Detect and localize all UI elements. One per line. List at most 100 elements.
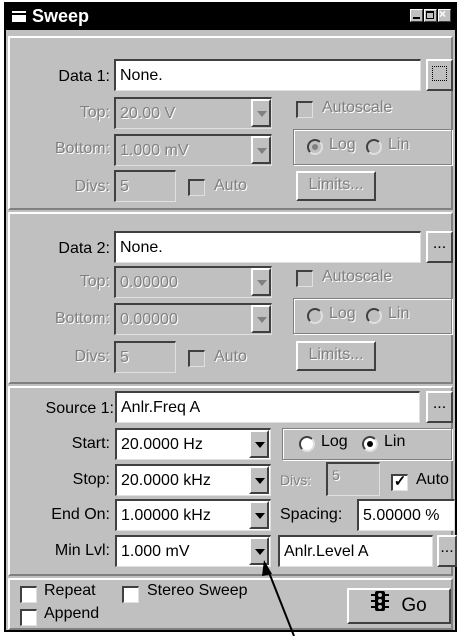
go-label: Go (401, 595, 427, 617)
data2-divs-field[interactable]: 5 (114, 341, 176, 373)
data1-log-radio[interactable] (307, 139, 323, 155)
data2-divs-label: Divs: (74, 348, 110, 365)
stereo-sweep-checkbox[interactable] (122, 586, 139, 603)
maximize-icon (426, 11, 434, 19)
data2-auto-checkbox[interactable] (188, 350, 205, 367)
spacing-field[interactable]: 5.00000 % (357, 499, 455, 531)
chevron-down-icon (255, 442, 265, 448)
browse-dots-icon (432, 66, 447, 81)
data2-top-dropdown[interactable] (251, 268, 271, 296)
data2-autoscale-checkbox[interactable] (296, 270, 313, 287)
data2-scale-group: Log Lin (293, 298, 452, 334)
stop-label: Stop: (72, 471, 110, 488)
source1-divs-label: Divs: (280, 472, 312, 488)
data2-top-label: Top: (79, 273, 110, 290)
minlvl-field[interactable]: 1.000 mV (115, 535, 271, 567)
data1-autoscale-checkbox[interactable] (296, 101, 313, 118)
data1-log-label: Log (329, 136, 356, 153)
data1-divs-field[interactable]: 5 (114, 170, 176, 202)
radio-dot-icon (312, 144, 318, 150)
data1-label: Data 1: (58, 68, 110, 85)
data2-section: Data 2: None. ... Top: 0.00000 Bottom: 0… (8, 212, 453, 384)
data1-top-field[interactable]: 20.00 V (114, 97, 272, 129)
minimize-button[interactable] (410, 9, 423, 22)
endon-dropdown[interactable] (249, 501, 269, 529)
data1-bottom-dropdown[interactable] (251, 136, 271, 164)
spacing-label: Spacing: (280, 506, 343, 523)
data1-bottom-field[interactable]: 1.000 mV (114, 134, 272, 166)
level-source-field[interactable]: Anlr.Level A (278, 535, 433, 567)
source1-scale-group: Log Lin (282, 428, 452, 460)
repeat-label: Repeat (44, 582, 96, 599)
data2-source-field[interactable]: None. (114, 231, 421, 263)
chevron-down-icon (257, 317, 267, 323)
data1-auto-checkbox[interactable] (188, 179, 205, 196)
data1-auto-label: Auto (214, 177, 247, 194)
source1-label: Source 1: (45, 400, 114, 417)
start-field[interactable]: 20.0000 Hz (115, 428, 271, 460)
data1-limits-button[interactable]: Limits... (296, 171, 376, 201)
data2-limits-button[interactable]: Limits... (296, 341, 376, 371)
close-icon: × (439, 7, 447, 21)
maximize-button[interactable] (424, 9, 437, 22)
chevron-down-icon (257, 280, 267, 286)
data1-top-dropdown[interactable] (251, 99, 271, 127)
data1-top-label: Top: (79, 104, 110, 121)
footer-section: Repeat Stereo Sweep Append Go (8, 578, 453, 630)
data2-lin-radio[interactable] (366, 308, 382, 324)
data2-auto-label: Auto (214, 348, 247, 365)
data2-bottom-field[interactable]: 0.00000 (114, 303, 272, 335)
source1-lin-radio[interactable] (362, 436, 378, 452)
source1-log-radio[interactable] (299, 436, 315, 452)
chevron-down-icon (257, 148, 267, 154)
window-menu-icon[interactable] (12, 11, 26, 22)
data2-bottom-label: Bottom: (54, 310, 110, 327)
close-button[interactable]: × (438, 7, 451, 22)
checkmark-icon: ✓ (393, 473, 407, 490)
data1-lin-radio[interactable] (366, 139, 382, 155)
repeat-checkbox[interactable] (20, 586, 37, 603)
start-dropdown[interactable] (249, 430, 269, 458)
data1-scale-group: Log Lin (293, 129, 452, 165)
sweep-window: Sweep × Data 1: None. Top: 20.00 V Botto… (4, 2, 457, 632)
source1-lin-label: Lin (384, 433, 406, 450)
data2-bottom-dropdown[interactable] (251, 305, 271, 333)
endon-label: End On: (51, 506, 110, 523)
chevron-down-icon (255, 513, 265, 519)
source1-auto-label: Auto (416, 471, 449, 488)
data1-section: Data 1: None. Top: 20.00 V Bottom: 1.000… (8, 36, 453, 210)
start-label: Start: (71, 435, 110, 452)
title-bar[interactable]: Sweep × (6, 4, 455, 30)
data1-source-field[interactable]: None. (114, 59, 421, 91)
data2-log-radio[interactable] (307, 308, 323, 324)
minimize-icon (413, 17, 420, 19)
source1-section: Source 1: Anlr.Freq A ... Start: 20.0000… (8, 386, 457, 576)
source1-auto-checkbox[interactable]: ✓ (391, 474, 408, 491)
chevron-down-icon (255, 478, 265, 484)
level-browse-button[interactable]: ... (437, 535, 457, 567)
data1-browse-button[interactable] (426, 59, 453, 91)
append-label: Append (44, 605, 100, 622)
data2-browse-button[interactable]: ... (426, 231, 453, 263)
data1-autoscale-label: Autoscale (322, 99, 393, 116)
stop-field[interactable]: 20.0000 kHz (115, 464, 271, 496)
data1-divs-label: Divs: (74, 178, 110, 195)
window-title: Sweep (32, 6, 90, 26)
minlvl-dropdown[interactable] (249, 537, 269, 565)
stop-dropdown[interactable] (249, 466, 269, 494)
source1-browse-button[interactable]: ... (426, 391, 453, 423)
stereo-sweep-label: Stereo Sweep (147, 582, 248, 599)
source1-log-label: Log (321, 433, 348, 450)
chevron-down-icon (255, 549, 265, 555)
endon-field[interactable]: 1.00000 kHz (115, 499, 271, 531)
chevron-down-icon (257, 111, 267, 117)
source1-divs-field[interactable]: 5 (326, 462, 380, 496)
data2-autoscale-label: Autoscale (322, 268, 393, 285)
data2-label: Data 2: (58, 240, 110, 257)
minlvl-label: Min Lvl: (54, 542, 110, 559)
source1-source-field[interactable]: Anlr.Freq A (115, 391, 420, 423)
data2-top-field[interactable]: 0.00000 (114, 266, 272, 298)
append-checkbox[interactable] (20, 609, 37, 626)
go-button[interactable]: Go (347, 588, 451, 624)
data1-lin-label: Lin (388, 136, 410, 153)
